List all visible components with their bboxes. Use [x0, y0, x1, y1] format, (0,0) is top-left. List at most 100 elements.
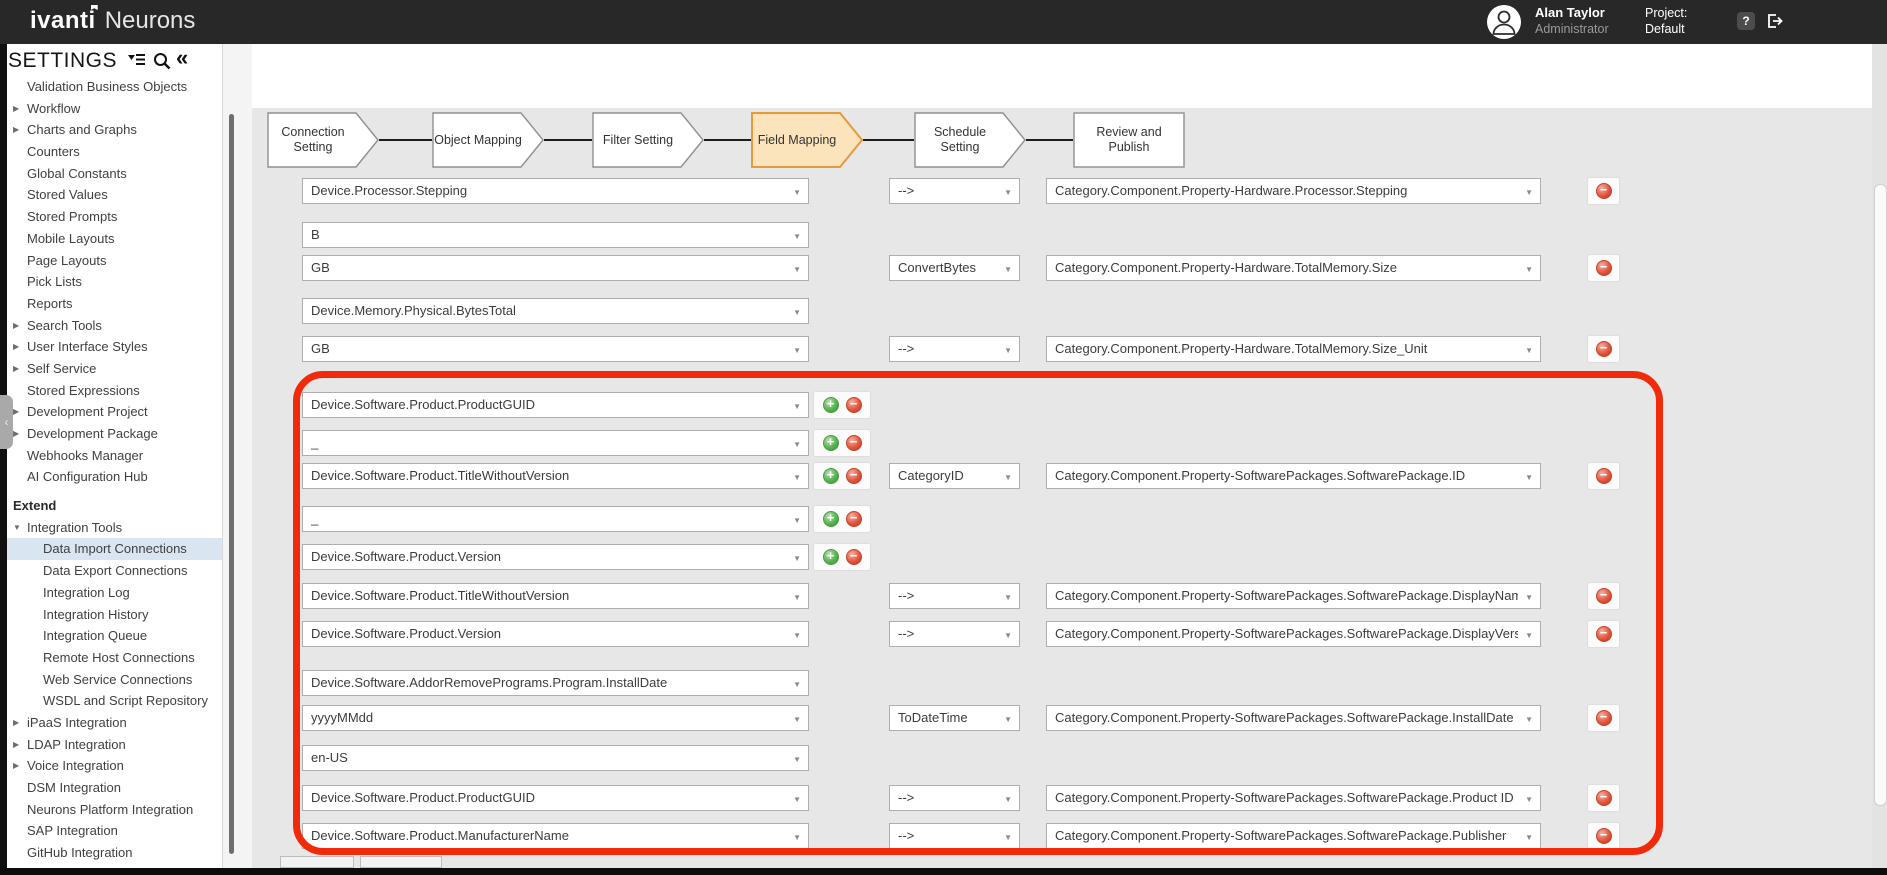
- project-value[interactable]: Default: [1645, 21, 1687, 37]
- user-block: Alan Taylor Administrator: [1535, 5, 1609, 37]
- dropdown-value: Device.Processor.Stepping: [311, 179, 786, 203]
- row-delete-control: −: [1588, 785, 1619, 811]
- step-label: Review and Publish: [1073, 112, 1185, 168]
- row-delete-control: −: [1588, 705, 1619, 731]
- source-field-dropdown[interactable]: en-US▼: [302, 745, 809, 771]
- dropdown-caret-icon: ▼: [793, 346, 801, 355]
- remove-row-icon[interactable]: −: [1596, 183, 1612, 199]
- transform-dropdown[interactable]: -->▼: [889, 583, 1020, 609]
- sidebar-item-validation-business-objects[interactable]: Validation Business Objects: [7, 76, 222, 98]
- partial-button[interactable]: [360, 856, 442, 868]
- workflow-step-filter-setting[interactable]: Filter Setting: [592, 112, 704, 168]
- source-field-dropdown[interactable]: Device.Processor.Stepping▼: [302, 178, 809, 204]
- target-field-dropdown[interactable]: Category.Component.Property-SoftwarePack…: [1046, 823, 1541, 849]
- transform-dropdown[interactable]: -->▼: [889, 336, 1020, 362]
- dropdown-caret-icon: ▼: [1004, 593, 1012, 602]
- dropdown-caret-icon: ▼: [1004, 265, 1012, 274]
- workflow-step-object-mapping[interactable]: Object Mapping: [432, 112, 544, 168]
- remove-row-icon[interactable]: −: [1596, 341, 1612, 357]
- source-field-dropdown[interactable]: Device.Software.Product.ProductGUID▼: [302, 392, 809, 418]
- target-field-dropdown[interactable]: Category.Component.Property-SoftwarePack…: [1046, 463, 1541, 489]
- target-field-dropdown[interactable]: Category.Component.Property-SoftwarePack…: [1046, 705, 1541, 731]
- source-field-dropdown[interactable]: Device.Software.Product.TitleWithoutVers…: [302, 583, 809, 609]
- add-row-icon[interactable]: +: [823, 549, 839, 565]
- dropdown-value: Category.Component.Property-SoftwarePack…: [1055, 584, 1518, 608]
- dropdown-caret-icon: ▼: [793, 440, 801, 449]
- remove-row-icon[interactable]: −: [1596, 828, 1612, 844]
- dropdown-value: -->: [898, 824, 997, 848]
- row-add-remove-controls: +−: [814, 463, 870, 489]
- source-field-dropdown[interactable]: _▼: [302, 506, 809, 532]
- source-field-dropdown[interactable]: Device.Software.Product.Version▼: [302, 544, 809, 570]
- target-field-dropdown[interactable]: Category.Component.Property-SoftwarePack…: [1046, 621, 1541, 647]
- source-field-dropdown[interactable]: yyyyMMdd▼: [302, 705, 809, 731]
- sidebar-item-counters[interactable]: Counters: [7, 141, 222, 163]
- dropdown-caret-icon: ▼: [793, 473, 801, 482]
- target-field-dropdown[interactable]: Category.Component.Property-Hardware.Tot…: [1046, 336, 1541, 362]
- chevron-right-icon[interactable]: ▶: [13, 98, 25, 120]
- transform-dropdown[interactable]: -->▼: [889, 785, 1020, 811]
- workflow-step-connection-setting[interactable]: Connection Setting: [267, 112, 379, 168]
- source-field-dropdown[interactable]: GB▼: [302, 255, 809, 281]
- row-delete-control: −: [1588, 255, 1619, 281]
- transform-dropdown[interactable]: ConvertBytes ▼: [889, 255, 1020, 281]
- transform-dropdown[interactable]: -->▼: [889, 621, 1020, 647]
- dropdown-value: ConvertBytes: [898, 256, 997, 280]
- sidebar-item-workflow[interactable]: ▶Workflow: [7, 98, 222, 120]
- chevron-right-icon[interactable]: ▶: [13, 119, 25, 141]
- transform-dropdown[interactable]: -->▼: [889, 178, 1020, 204]
- transform-dropdown[interactable]: ToDateTime▼: [889, 705, 1020, 731]
- remove-row-icon[interactable]: −: [1596, 588, 1612, 604]
- target-field-dropdown[interactable]: Category.Component.Property-SoftwarePack…: [1046, 583, 1541, 609]
- remove-row-icon[interactable]: −: [1596, 626, 1612, 642]
- remove-row-icon[interactable]: −: [1596, 260, 1612, 276]
- workflow-step-field-mapping[interactable]: Field Mapping: [751, 112, 863, 168]
- target-field-dropdown[interactable]: Category.Component.Property-Hardware.Tot…: [1046, 255, 1541, 281]
- sidebar-item-charts-and-graphs[interactable]: ▶Charts and Graphs: [7, 119, 222, 141]
- remove-row-icon[interactable]: −: [846, 549, 862, 565]
- remove-row-icon[interactable]: −: [1596, 710, 1612, 726]
- app-window: ivantiNeurons Alan Taylor Administrator …: [0, 0, 1887, 875]
- add-row-icon[interactable]: +: [823, 511, 839, 527]
- sidebar-item-label: Counters: [27, 141, 80, 163]
- transform-dropdown[interactable]: -->▼: [889, 823, 1020, 849]
- settings-panel-title: SETTINGS: [8, 49, 117, 73]
- add-row-icon[interactable]: +: [823, 397, 839, 413]
- user-name: Alan Taylor: [1535, 5, 1609, 21]
- search-icon[interactable]: [153, 52, 171, 75]
- source-field-dropdown[interactable]: Device.Software.Product.ProductGUID▼: [302, 785, 809, 811]
- remove-row-icon[interactable]: −: [1596, 790, 1612, 806]
- collapse-sidebar-icon[interactable]: «: [176, 45, 188, 71]
- help-icon[interactable]: ?: [1737, 12, 1755, 30]
- source-field-dropdown[interactable]: Device.Software.Product.TitleWithoutVers…: [302, 463, 809, 489]
- dropdown-value: Device.Software.AddorRemovePrograms.Prog…: [311, 671, 786, 695]
- user-avatar[interactable]: [1487, 5, 1521, 39]
- main-scrollbar-thumb[interactable]: [1874, 184, 1887, 806]
- remove-row-icon[interactable]: −: [846, 511, 862, 527]
- remove-row-icon[interactable]: −: [846, 397, 862, 413]
- remove-row-icon[interactable]: −: [1596, 468, 1612, 484]
- logout-icon[interactable]: [1765, 12, 1783, 30]
- add-row-icon[interactable]: +: [823, 435, 839, 451]
- workflow-step-schedule-setting[interactable]: Schedule Setting: [914, 112, 1026, 168]
- source-field-dropdown[interactable]: Device.Software.Product.ManufacturerName…: [302, 823, 809, 849]
- source-field-dropdown[interactable]: Device.Software.Product.Version▼: [302, 621, 809, 647]
- source-field-dropdown[interactable]: GB▼: [302, 336, 809, 362]
- sidebar-item-remote-host-connections[interactable]: Remote Host Connections: [7, 647, 222, 669]
- partial-button[interactable]: [280, 856, 354, 868]
- add-row-icon[interactable]: +: [823, 468, 839, 484]
- mapping-row: _▼ +−: [0, 430, 1887, 456]
- workflow-step-review-and-publish[interactable]: Review and Publish: [1073, 112, 1185, 168]
- tree-view-icon[interactable]: [128, 52, 145, 73]
- source-field-dropdown[interactable]: B▼: [302, 222, 809, 248]
- source-field-dropdown[interactable]: _▼: [302, 430, 809, 456]
- remove-row-icon[interactable]: −: [846, 435, 862, 451]
- source-field-dropdown[interactable]: Device.Software.AddorRemovePrograms.Prog…: [302, 670, 809, 696]
- remove-row-icon[interactable]: −: [846, 468, 862, 484]
- source-field-dropdown[interactable]: Device.Memory.Physical.BytesTotal▼: [302, 298, 809, 324]
- mapping-row: yyyyMMdd▼ ToDateTime▼ Category.Component.P…: [0, 705, 1887, 731]
- target-field-dropdown[interactable]: Category.Component.Property-SoftwarePack…: [1046, 785, 1541, 811]
- target-field-dropdown[interactable]: Category.Component.Property-Hardware.Pro…: [1046, 178, 1541, 204]
- transform-dropdown[interactable]: CategoryID▼: [889, 463, 1020, 489]
- dropdown-value: Category.Component.Property-Hardware.Pro…: [1055, 179, 1518, 203]
